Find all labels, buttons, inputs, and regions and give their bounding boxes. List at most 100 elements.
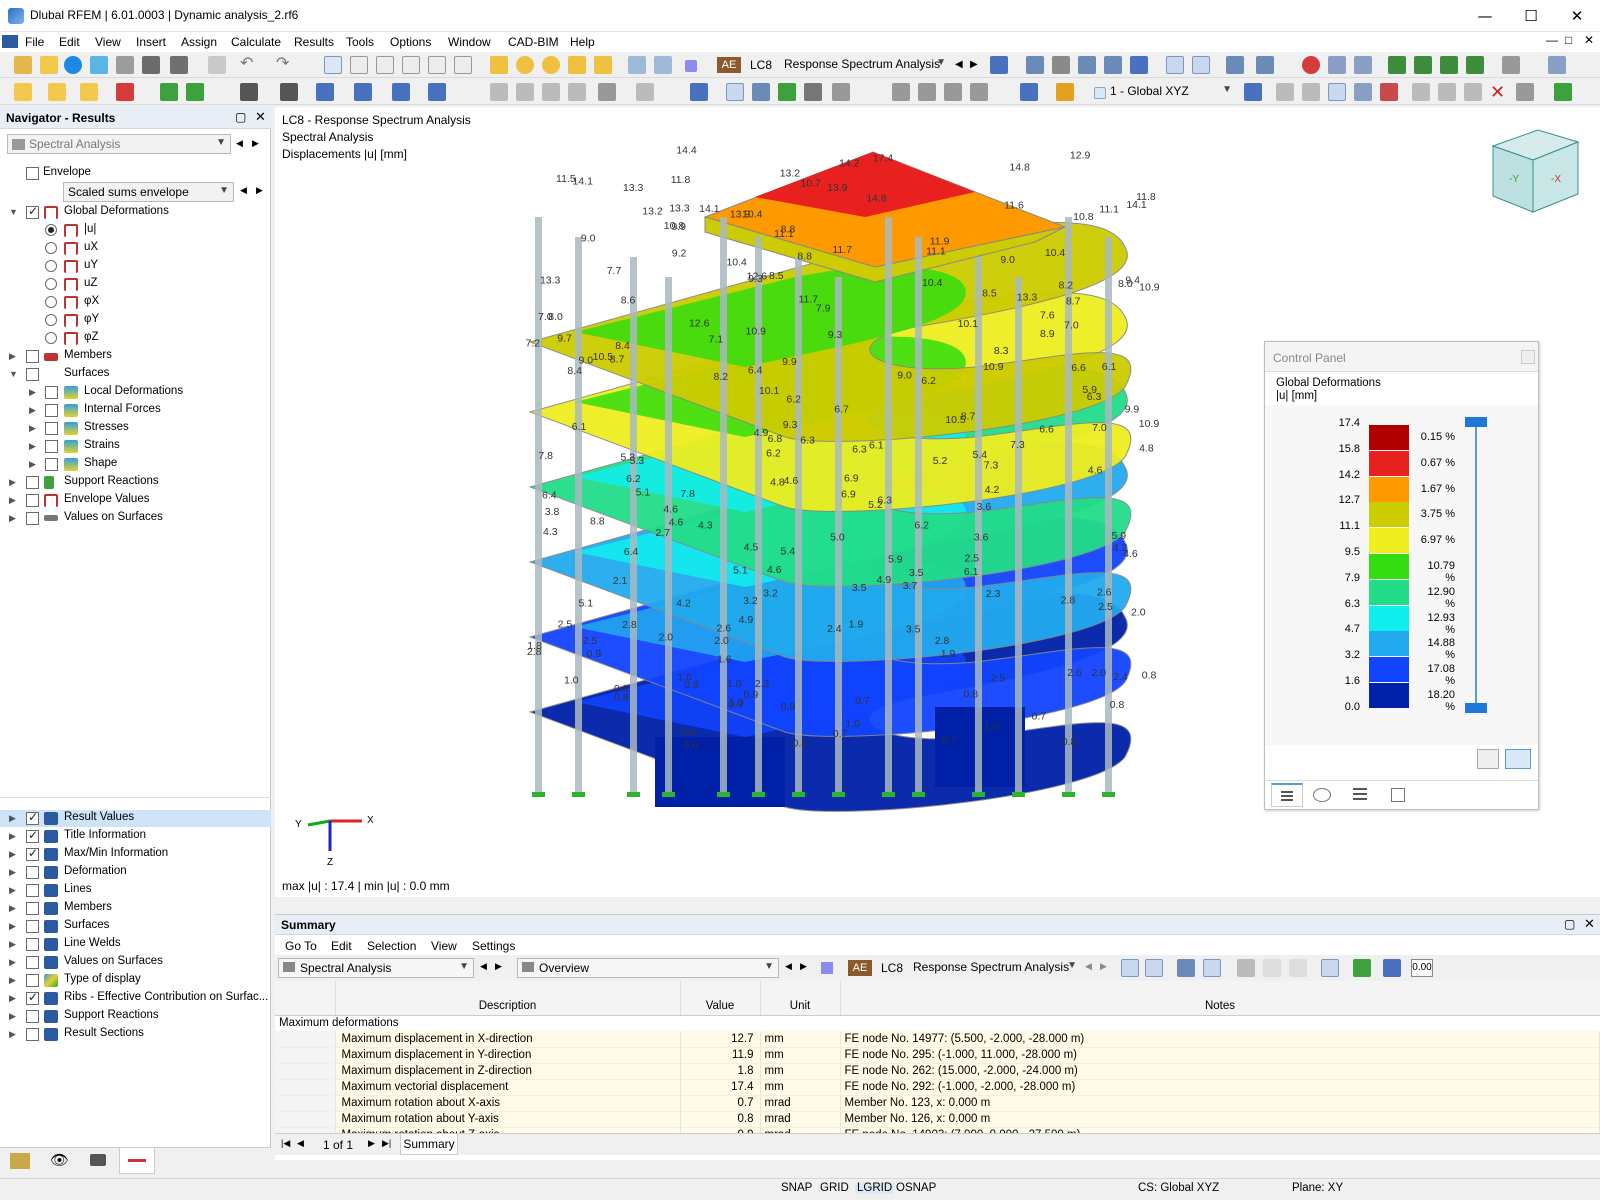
lc-prev-icon[interactable] — [628, 56, 646, 74]
summary-menu-selection[interactable]: Selection — [367, 939, 416, 953]
table-row[interactable]: Maximum displacement in Y-direction 11.9 m… — [275, 1047, 1600, 1064]
tree-phix[interactable]: φX — [0, 294, 271, 311]
summary-overview-combo[interactable]: Overview ▼ — [517, 958, 779, 978]
envelope-checkbox[interactable] — [26, 167, 39, 180]
decimals-button[interactable]: 0.00 — [1411, 959, 1433, 977]
next-arrow-icon[interactable]: ▶ — [800, 961, 807, 972]
animate-icon[interactable] — [1166, 56, 1184, 74]
deformation-icon[interactable] — [1078, 56, 1096, 74]
expand-icon[interactable]: ▶ — [29, 459, 39, 470]
phiz-radio[interactable] — [45, 332, 57, 344]
tree-stresses[interactable]: ▶ Stresses — [0, 420, 271, 437]
check-icon[interactable] — [1020, 83, 1038, 101]
work-plane-icon[interactable] — [598, 83, 616, 101]
support-reactions-checkbox[interactable] — [26, 476, 39, 489]
prev-arrow-icon[interactable]: ◀ — [1085, 961, 1092, 972]
filter-icon[interactable] — [690, 83, 708, 101]
menu-view[interactable]: View — [95, 35, 121, 49]
tree-local-deformations[interactable]: ▶ Local Deformations — [0, 384, 271, 401]
surfaces-checkbox[interactable] — [26, 368, 39, 381]
align3-icon[interactable] — [944, 83, 962, 101]
analysis-type-combo[interactable]: Spectral Analysis ▼ — [7, 134, 231, 154]
display-line-welds[interactable]: ▶ Line Welds — [0, 936, 271, 953]
display-tab-icon[interactable]: 👁 — [50, 1151, 69, 1169]
prev-arrow-icon[interactable]: ◀ — [240, 185, 247, 196]
prev-arrow-icon[interactable]: ◀ — [480, 961, 487, 972]
display-checkbox[interactable] — [26, 920, 39, 933]
next-arrow-icon[interactable]: ▶ — [256, 185, 263, 196]
navigator-toggle-icon[interactable] — [324, 56, 342, 74]
scale-icon[interactable] — [1226, 56, 1244, 74]
expand-icon[interactable]: ▶ — [29, 405, 39, 416]
u-abs-radio[interactable] — [45, 224, 57, 236]
pin-panel-icon[interactable]: ▢ — [235, 110, 246, 124]
prev-arrow-icon[interactable]: ◀ — [785, 961, 792, 972]
uz-radio[interactable] — [45, 278, 57, 290]
legend-layout-icon[interactable] — [1505, 749, 1531, 769]
view-top-icon[interactable] — [392, 83, 410, 101]
expand-icon[interactable]: ▶ — [9, 975, 19, 986]
expand-icon[interactable]: ▶ — [9, 885, 19, 896]
grid2-icon[interactable] — [516, 83, 534, 101]
column-value[interactable]: Value — [680, 981, 761, 1016]
measure-icon[interactable] — [280, 83, 298, 101]
ux-radio[interactable] — [45, 242, 57, 254]
undo-icon[interactable]: ↶ — [240, 56, 258, 74]
expand-icon[interactable]: ▶ — [29, 441, 39, 452]
display-checkbox[interactable] — [26, 938, 39, 951]
expand-icon[interactable]: ▶ — [9, 831, 19, 842]
app-menu-icon[interactable] — [2, 35, 18, 48]
envelope-values-checkbox[interactable] — [26, 494, 39, 507]
expand-icon[interactable]: ▶ — [9, 813, 19, 824]
global-deformations-checkbox[interactable] — [26, 204, 39, 219]
column-notes[interactable]: Notes — [840, 981, 1600, 1016]
view-front-icon[interactable] — [354, 83, 372, 101]
column-description[interactable]: Description — [335, 981, 681, 1016]
open-icon[interactable] — [40, 56, 58, 74]
status-osnap[interactable]: OSNAP — [896, 1182, 936, 1194]
display-type-of-display[interactable]: ▶ Type of display — [0, 972, 271, 989]
script-icon[interactable] — [428, 56, 446, 74]
tree-support-reactions[interactable]: ▶ Support Reactions — [0, 474, 271, 491]
close-panel-icon[interactable]: ✕ — [255, 109, 266, 125]
lc-next-icon[interactable] — [654, 56, 672, 74]
align2-icon[interactable] — [918, 83, 936, 101]
views-tab-icon[interactable] — [90, 1154, 106, 1166]
expand-icon[interactable]: ▶ — [9, 477, 19, 488]
results-icon[interactable] — [568, 56, 586, 74]
menu-calculate[interactable]: Calculate — [231, 35, 281, 49]
print-setup-icon[interactable] — [116, 56, 134, 74]
float-icon[interactable]: □ — [1565, 33, 1572, 47]
render5-icon[interactable] — [1380, 83, 1398, 101]
pin-icon[interactable] — [832, 83, 850, 101]
display-deformation[interactable]: ▶ Deformation — [0, 864, 271, 881]
menu-cad-bim[interactable]: CAD-BIM — [508, 35, 559, 49]
line-icon[interactable] — [48, 83, 66, 101]
menu-edit[interactable]: Edit — [59, 35, 80, 49]
axis-z-icon[interactable] — [1440, 56, 1458, 74]
phix-radio[interactable] — [45, 296, 57, 308]
display-result-sections[interactable]: ▶ Result Sections — [0, 1026, 271, 1043]
display-checkbox[interactable] — [26, 810, 39, 825]
select-in-model-icon[interactable] — [1121, 959, 1139, 977]
next-arrow-icon[interactable]: ▶ — [970, 56, 988, 74]
menu-tools[interactable]: Tools — [346, 35, 374, 49]
strains-checkbox[interactable] — [45, 440, 58, 453]
pan-icon[interactable] — [1502, 56, 1520, 74]
member-icon[interactable] — [116, 83, 134, 101]
menu-options[interactable]: Options — [390, 35, 431, 49]
tree-global-deformations[interactable]: ▼ Global Deformations — [0, 204, 271, 221]
menu-window[interactable]: Window — [448, 35, 491, 49]
render2-icon[interactable] — [1302, 83, 1320, 101]
summary-menu-settings[interactable]: Settings — [472, 939, 515, 953]
report-icon[interactable] — [208, 56, 226, 74]
show-results-icon[interactable] — [1026, 56, 1044, 74]
display-checkbox[interactable] — [26, 1010, 39, 1023]
range-max-handle[interactable] — [1465, 417, 1487, 427]
redo-icon[interactable]: ↷ — [276, 56, 294, 74]
grid3-icon[interactable] — [542, 83, 560, 101]
axis-y-icon[interactable] — [1414, 56, 1432, 74]
tree-members[interactable]: ▶ Members — [0, 348, 271, 365]
coordinate-system-combo[interactable]: 1 - Global XYZ ▼ — [1106, 82, 1236, 102]
display-ribs[interactable]: ▶ Ribs - Effective Contribution on Surfac… — [0, 990, 271, 1007]
